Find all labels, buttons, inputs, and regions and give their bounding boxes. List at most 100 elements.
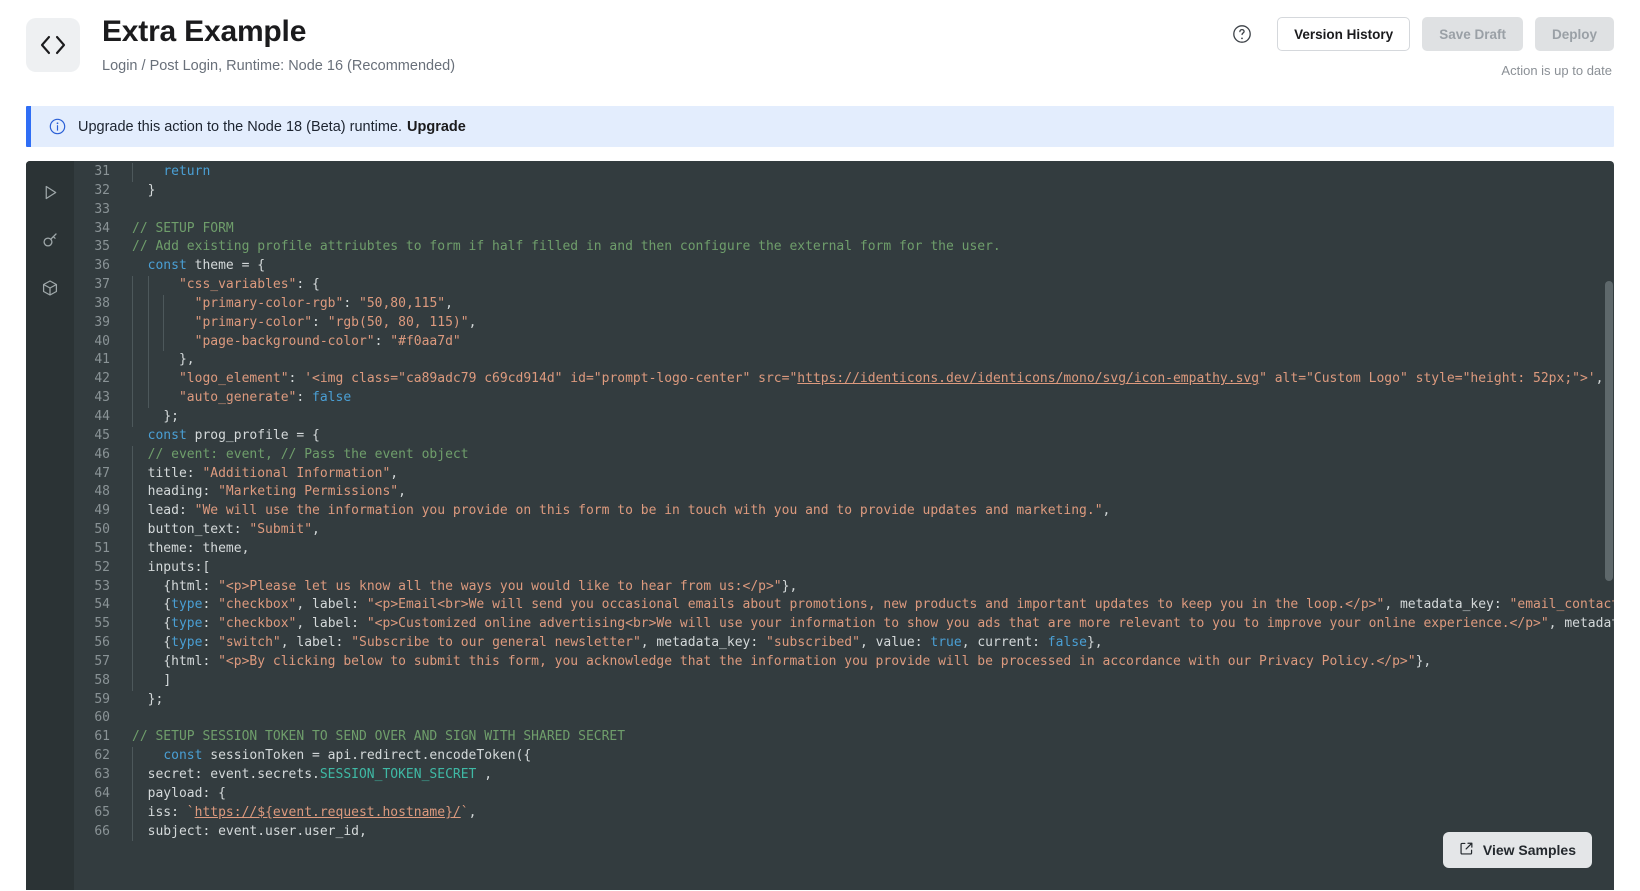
- code-token-plain: , metadata_key:: [1384, 597, 1509, 612]
- code-indent: [132, 352, 179, 367]
- view-samples-button[interactable]: View Samples: [1443, 832, 1592, 868]
- code-token-keyword: const: [163, 748, 202, 763]
- code-token-bool: false: [1048, 635, 1087, 650]
- editor-activity-bar: [26, 161, 74, 890]
- run-icon[interactable]: [35, 177, 65, 207]
- indent-guide: [163, 295, 164, 314]
- code-token-plain: :: [202, 635, 218, 650]
- line-number: 54: [74, 596, 110, 615]
- code-token-plain: ,: [312, 522, 320, 537]
- code-token-string: "<p>Customized online advertising<br>We …: [367, 616, 1549, 631]
- code-indent: [132, 597, 163, 612]
- code-line: const prog_profile = {: [120, 427, 1614, 446]
- line-number: 66: [74, 823, 110, 842]
- code-token-keyword: return: [163, 164, 210, 179]
- line-number: 45: [74, 427, 110, 446]
- code-token-plain: ,: [469, 315, 477, 330]
- code-indent: [132, 371, 179, 386]
- help-circle-icon[interactable]: [1231, 23, 1253, 45]
- code-token-comment: // event: event, // Pass the event objec…: [148, 447, 469, 462]
- code-token-string: "<p>Email<br>We will send you occasional…: [367, 597, 1384, 612]
- code-line: subject: event.user.user_id,: [120, 823, 1614, 842]
- code-token-plain: },: [179, 352, 195, 367]
- title-block: Extra Example Login / Post Login, Runtim…: [102, 14, 1231, 75]
- code-token-keyword: type: [171, 635, 202, 650]
- code-line: return: [120, 163, 1614, 182]
- deploy-button[interactable]: Deploy: [1535, 17, 1614, 51]
- line-number: 38: [74, 295, 110, 314]
- code-indent: [132, 466, 148, 481]
- code-line: iss: `https://${event.request.hostname}/…: [120, 804, 1614, 823]
- code-indent: [132, 522, 148, 537]
- code-token-link[interactable]: https://identicons.dev/identicons/mono/s…: [797, 371, 1259, 386]
- code-token-plain: title:: [148, 466, 203, 481]
- indent-guide: [132, 785, 133, 804]
- code-line: const sessionToken = api.redirect.encode…: [120, 747, 1614, 766]
- line-number: 61: [74, 728, 110, 747]
- code-content[interactable]: return }// SETUP FORM// Add existing pro…: [120, 161, 1614, 890]
- code-token-string: `: [461, 805, 469, 820]
- code-token-bool: false: [312, 390, 351, 405]
- code-indent: [132, 484, 148, 499]
- code-token-plain: , metadata_key:: [641, 635, 766, 650]
- editor-vertical-scrollbar[interactable]: [1604, 161, 1614, 890]
- code-indent: [132, 277, 179, 292]
- code-token-string: `: [187, 805, 195, 820]
- code-indent: [132, 258, 148, 273]
- code-line: lead: "We will use the information you p…: [120, 502, 1614, 521]
- code-token-plain: };: [148, 692, 164, 707]
- code-token-string: "primary-color": [195, 315, 312, 330]
- save-draft-button[interactable]: Save Draft: [1422, 17, 1523, 51]
- indent-guide: [132, 615, 133, 634]
- code-token-plain: :: [312, 315, 328, 330]
- banner-wrapper: Upgrade this action to the Node 18 (Beta…: [0, 100, 1640, 147]
- version-history-button[interactable]: Version History: [1277, 17, 1410, 51]
- indent-guide: [132, 163, 133, 182]
- code-token-string: "checkbox": [218, 597, 296, 612]
- code-token-plain: inputs:[: [148, 560, 211, 575]
- action-status-text: Action is up to date: [1501, 63, 1614, 78]
- code-token-plain: subject: event.user.user_id,: [148, 824, 367, 839]
- key-icon[interactable]: [35, 225, 65, 255]
- indent-guide: [132, 559, 133, 578]
- line-number: 34: [74, 220, 110, 239]
- scrollbar-thumb[interactable]: [1605, 281, 1613, 581]
- indent-guide: [132, 483, 133, 502]
- runtime-upgrade-banner: Upgrade this action to the Node 18 (Beta…: [26, 106, 1614, 147]
- code-token-plain: : {: [296, 277, 319, 292]
- line-number: 65: [74, 804, 110, 823]
- line-number: 64: [74, 785, 110, 804]
- indent-guide: [132, 804, 133, 823]
- code-token-string: "subscribed": [766, 635, 860, 650]
- line-number: 48: [74, 483, 110, 502]
- code-indent: [132, 692, 148, 707]
- code-indent: [132, 390, 179, 405]
- code-area[interactable]: 3132333435363738394041424344454647484950…: [74, 161, 1614, 890]
- code-token-keyword: const: [148, 428, 187, 443]
- code-indent: [132, 541, 148, 556]
- code-token-link[interactable]: https://${event.request.hostname}/: [195, 805, 461, 820]
- line-number: 57: [74, 653, 110, 672]
- code-indent: [132, 748, 163, 763]
- header-actions: Version History Save Draft Deploy Action…: [1231, 14, 1614, 78]
- banner-upgrade-link[interactable]: Upgrade: [407, 119, 466, 135]
- code-token-string: "Submit": [249, 522, 312, 537]
- code-token-comment: // SETUP FORM: [132, 221, 234, 236]
- package-icon[interactable]: [35, 273, 65, 303]
- line-number: 33: [74, 201, 110, 220]
- line-number: 50: [74, 521, 110, 540]
- indent-guide: [132, 596, 133, 615]
- indent-guide: [132, 333, 133, 352]
- code-token-plain: :: [202, 616, 218, 631]
- code-token-plain: ]: [163, 673, 171, 688]
- code-token-string: "<p>By clicking below to submit this for…: [218, 654, 1415, 669]
- code-token-string: "#f0aa7d": [390, 334, 460, 349]
- code-token-string: "rgb(50, 80, 115)": [328, 315, 469, 330]
- code-token-plain: , label:: [281, 635, 351, 650]
- code-token-string: "page-background-color": [195, 334, 375, 349]
- code-line: };: [120, 691, 1614, 710]
- indent-guide: [132, 540, 133, 559]
- code-line: "primary-color": "rgb(50, 80, 115)",: [120, 314, 1614, 333]
- code-token-plain: :: [296, 390, 312, 405]
- code-token-plain: {html:: [163, 579, 218, 594]
